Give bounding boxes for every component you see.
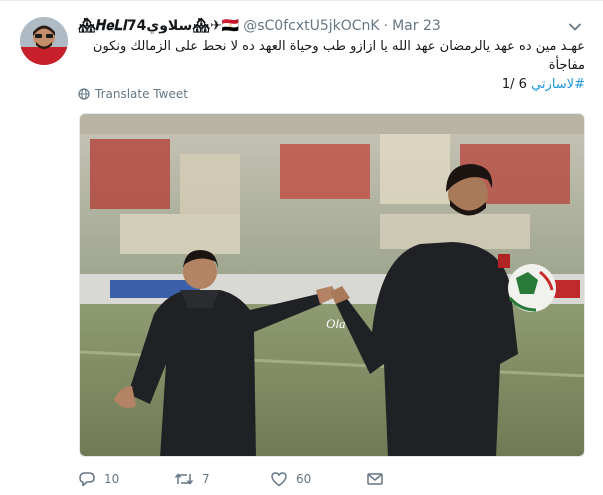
chevron-down-icon[interactable]	[567, 19, 583, 35]
tweet-photo[interactable]: Ola	[79, 113, 585, 457]
retweet-count: 7	[202, 472, 210, 486]
tweet-count-suffix: 6 /1	[501, 77, 527, 92]
translate-label: Translate Tweet	[95, 87, 188, 101]
reply-icon	[79, 472, 95, 487]
reply-count: 10	[104, 472, 120, 486]
tweet-actions: 10 7 60	[78, 467, 558, 491]
avatar[interactable]	[20, 17, 68, 65]
tweet-header: 🏘𝑯𝒆𝑳𝒍74سلاوي🏘✈🇪🇬 @sC0fcxtU5jkOCnK · Mar …	[78, 15, 563, 37]
tweet-text-line: عهـد مين ده عهد يالرمضان عهد الله يا ازا…	[92, 39, 585, 73]
screen-name[interactable]: @sC0fcxtU5jkOCnK	[243, 18, 379, 34]
display-name[interactable]: 🏘𝑯𝒆𝑳𝒍74سلاوي🏘✈🇪🇬	[78, 18, 239, 34]
separator-dot: ·	[383, 18, 389, 34]
envelope-icon	[367, 473, 383, 485]
tweet-card[interactable]: 🏘𝑯𝒆𝑳𝒍74سلاوي🏘✈🇪🇬 @sC0fcxtU5jkOCnK · Mar …	[0, 0, 603, 495]
photo-watermark: Ola	[326, 316, 346, 331]
like-count: 60	[296, 472, 312, 486]
heart-icon	[271, 472, 287, 487]
reply-button[interactable]: 10	[78, 470, 174, 488]
hashtag-link[interactable]: #لاسارتي	[531, 77, 585, 92]
timestamp[interactable]: Mar 23	[392, 18, 441, 34]
globe-icon	[78, 88, 90, 100]
like-button[interactable]: 60	[270, 470, 366, 488]
direct-message-button[interactable]	[366, 470, 462, 488]
retweet-button[interactable]: 7	[174, 470, 270, 488]
retweet-icon	[174, 473, 194, 485]
translate-tweet-link[interactable]: Translate Tweet	[78, 85, 188, 103]
